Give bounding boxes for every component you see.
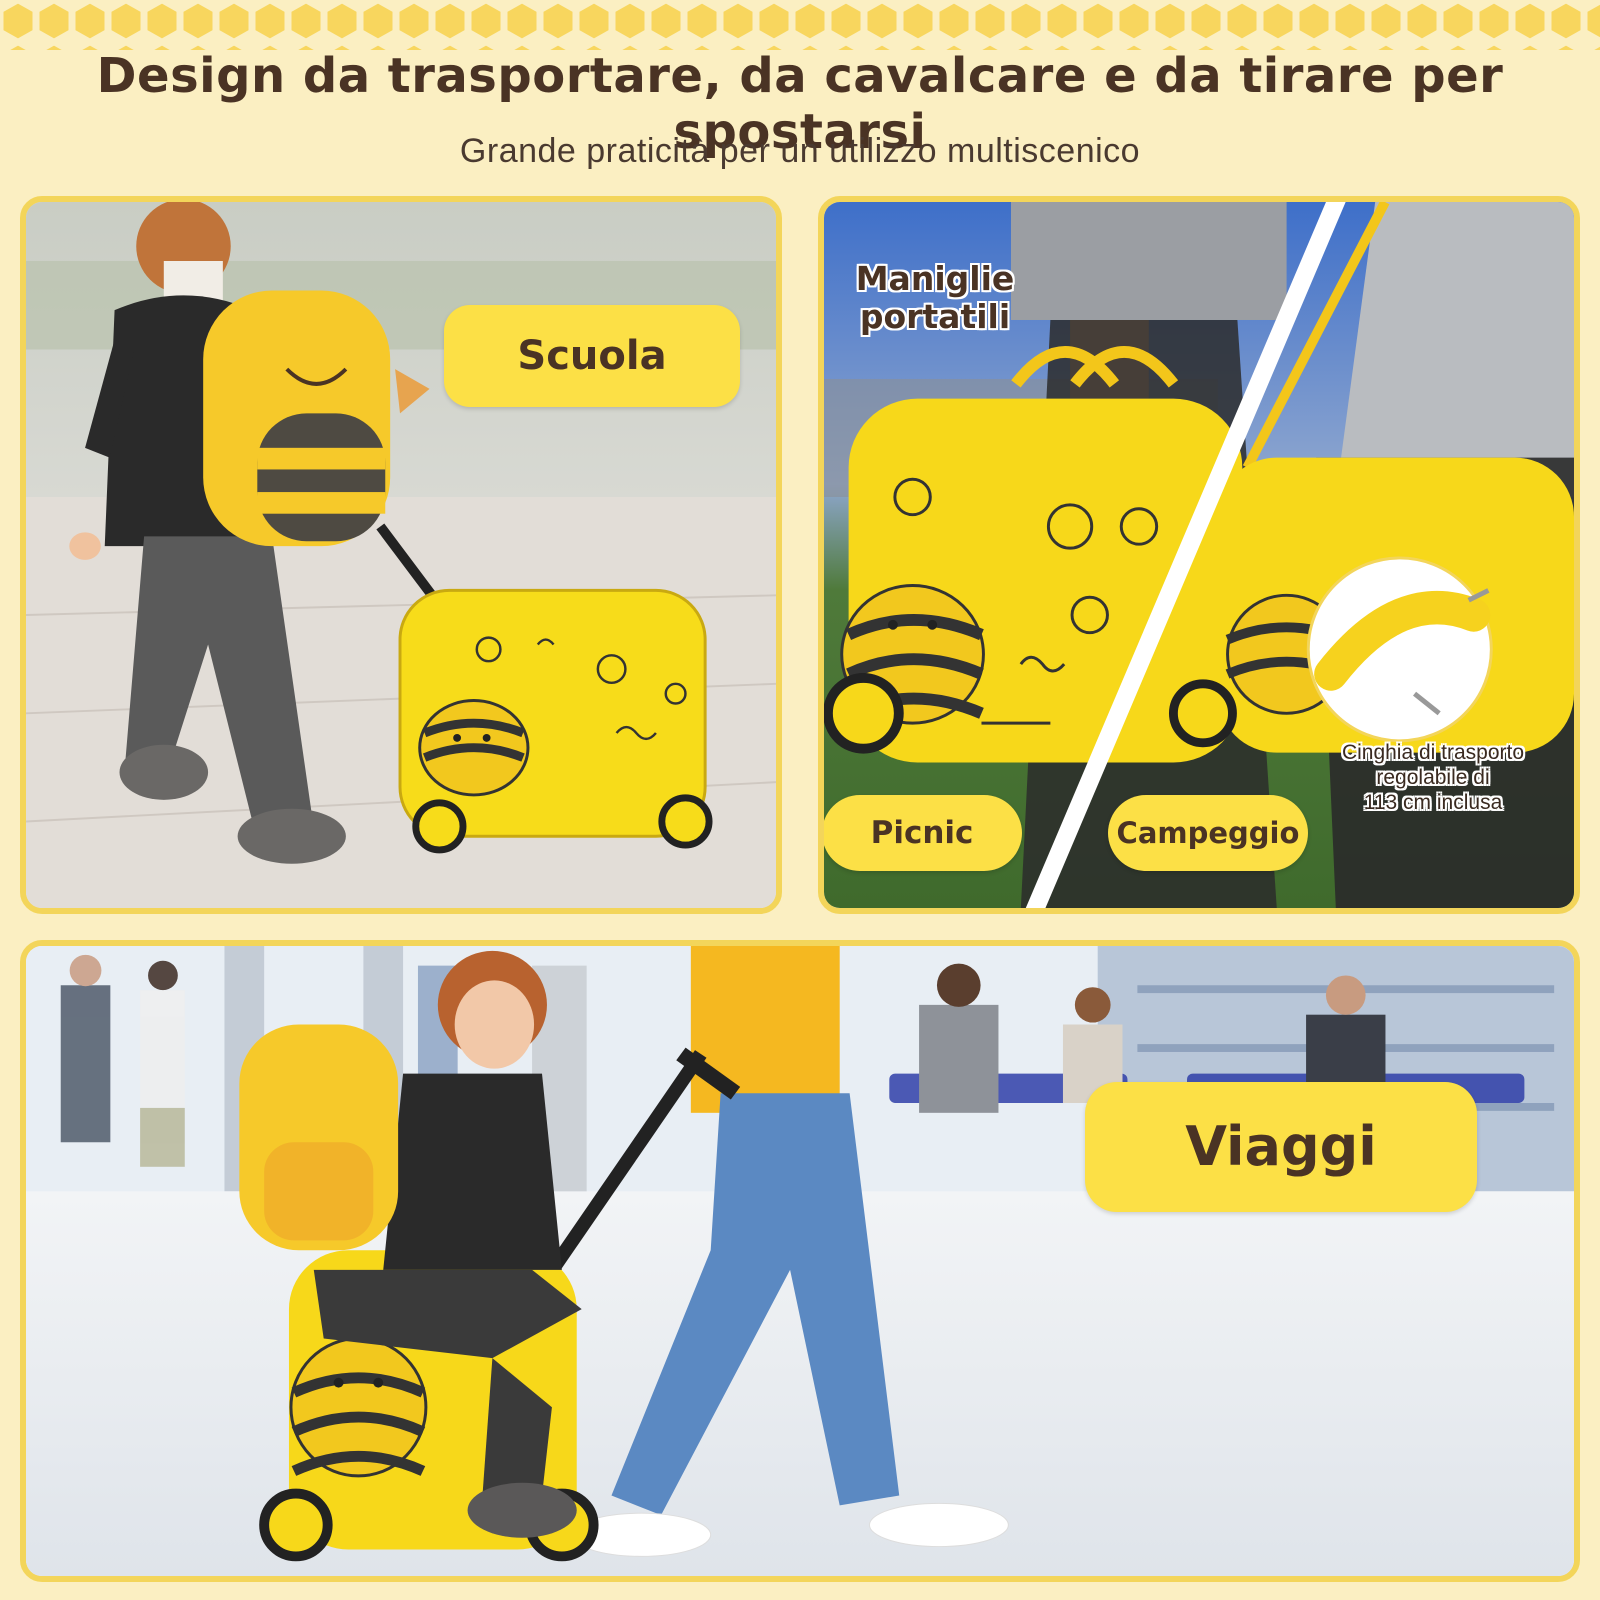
school-label: Scuola bbox=[444, 305, 740, 407]
page-subtitle: Grande praticità per un utilizzo multisc… bbox=[459, 132, 1141, 170]
camping-label: Campeggio bbox=[1108, 795, 1308, 871]
travel-label: Viaggi bbox=[1085, 1082, 1477, 1212]
handles-callout-line1: Maniglie bbox=[855, 259, 1015, 298]
honeycomb-decoration bbox=[0, 0, 1600, 50]
strap-callout-line3: 113 cm inclusa bbox=[1363, 790, 1503, 814]
handles-callout: Maniglie portatili bbox=[842, 260, 1028, 336]
strap-callout-line2: regolabile di bbox=[1376, 765, 1490, 789]
travel-scene-image bbox=[26, 946, 1574, 1576]
school-panel: Scuola bbox=[20, 196, 782, 914]
strap-callout-line1: Cinghia di trasporto bbox=[1341, 741, 1525, 764]
strap-callout: Cinghia di trasporto regolabile di 113 c… bbox=[1308, 741, 1558, 815]
handles-callout-line2: portatili bbox=[859, 296, 1011, 336]
carry-panel: Maniglie portatili Picnic Campeggio Cing… bbox=[818, 196, 1580, 914]
travel-panel: Viaggi bbox=[20, 940, 1580, 1582]
picnic-label: Picnic bbox=[824, 795, 1022, 871]
